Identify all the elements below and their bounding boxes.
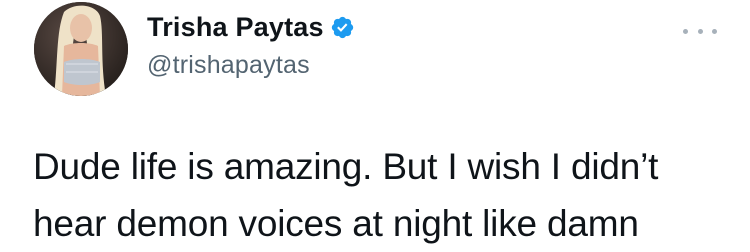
avatar[interactable] (34, 2, 128, 96)
name-row: Trisha Paytas (147, 10, 355, 44)
author-block: Trisha Paytas @trishapaytas (147, 10, 355, 80)
tweet-text-line: hear demon voices at night like damn (33, 203, 639, 244)
avatar-image (34, 2, 128, 96)
more-dot (712, 28, 717, 34)
display-name[interactable]: Trisha Paytas (147, 12, 324, 43)
more-dot (683, 28, 688, 34)
tweet-card: Trisha Paytas @trishapaytas Dude life is… (0, 0, 750, 249)
verified-badge-icon (330, 15, 355, 40)
tweet-text-line: Dude life is amazing. But I wish I didn’… (33, 146, 659, 187)
tweet-text: Dude life is amazing. But I wish I didn’… (33, 138, 733, 252)
user-handle[interactable]: @trishapaytas (147, 51, 355, 80)
more-options-icon[interactable] (683, 26, 717, 36)
more-dot (697, 28, 703, 34)
